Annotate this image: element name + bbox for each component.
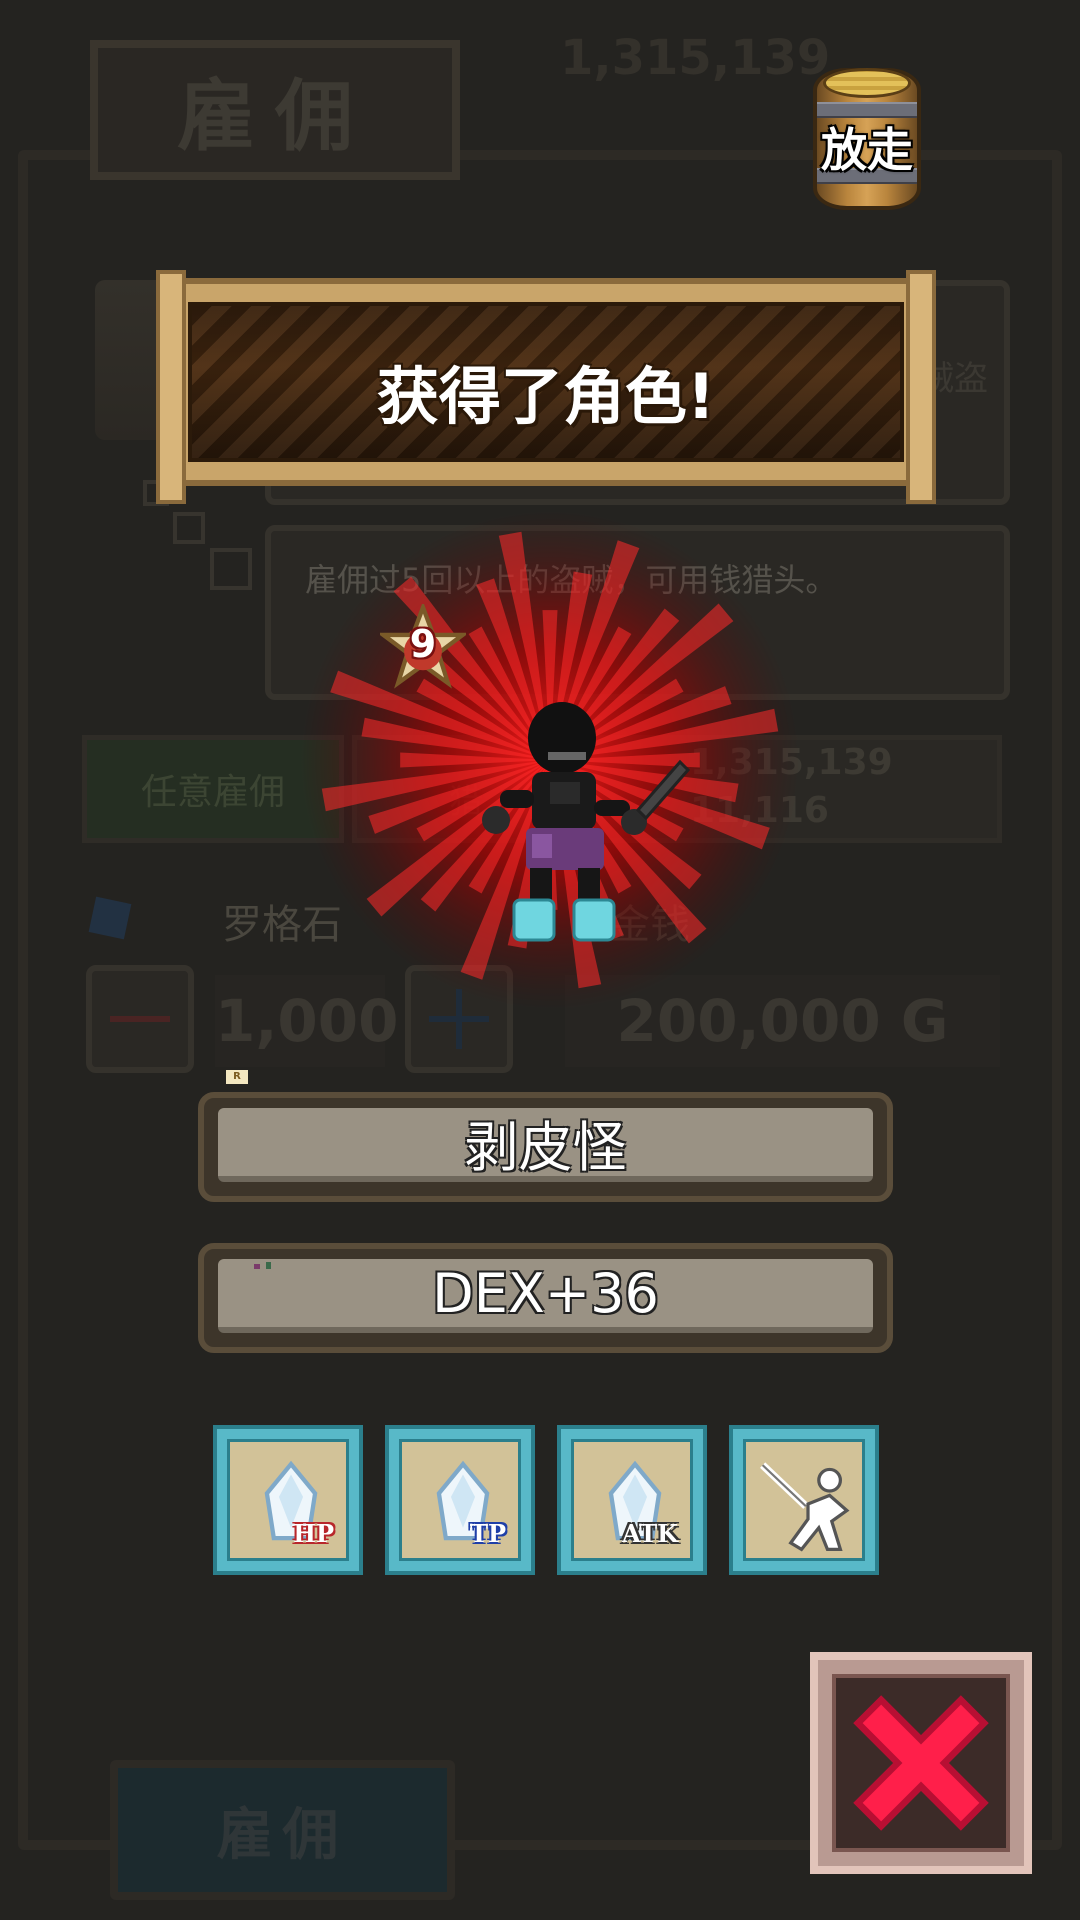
skill-tag: HP xyxy=(293,1519,334,1548)
checkbox xyxy=(210,548,252,590)
skill-tag: TP xyxy=(470,1519,506,1548)
skill-slot-atk[interactable]: ATK xyxy=(557,1425,707,1575)
skill-list: HP TP ATK xyxy=(213,1425,883,1575)
minus-button xyxy=(86,965,194,1073)
character-name: 剥皮怪 xyxy=(218,1108,873,1182)
banner-title: 获得了角色! xyxy=(376,360,716,433)
rogue-stone-icon xyxy=(88,896,132,940)
close-x-icon xyxy=(853,1695,989,1831)
star-level: 9 xyxy=(409,622,437,666)
decoration-dots xyxy=(254,1262,271,1269)
obtained-banner: 获得了角色! xyxy=(156,270,936,504)
character-sprite xyxy=(482,702,690,942)
bonus-stat-bar: DEX+36 xyxy=(198,1243,893,1353)
rank-tag: R xyxy=(226,1070,248,1084)
hire-button: 雇佣 xyxy=(110,1760,455,1900)
checkbox xyxy=(173,512,205,544)
close-button[interactable] xyxy=(810,1652,1032,1874)
release-button[interactable]: 放走 xyxy=(813,68,921,210)
skill-slot-hp[interactable]: HP xyxy=(213,1425,363,1575)
skill-slot-tp[interactable]: TP xyxy=(385,1425,535,1575)
skill-slot-attack-move[interactable] xyxy=(729,1425,879,1575)
skill-tag: ATK xyxy=(621,1519,678,1548)
screen-title: 雇佣 xyxy=(90,40,460,180)
character-name-bar: 剥皮怪 xyxy=(198,1092,893,1202)
release-label: 放走 xyxy=(821,123,913,177)
sword-figure-icon xyxy=(760,1462,850,1552)
bonus-stat: DEX+36 xyxy=(218,1259,873,1333)
gold-counter: 1,315,139 xyxy=(560,30,831,86)
